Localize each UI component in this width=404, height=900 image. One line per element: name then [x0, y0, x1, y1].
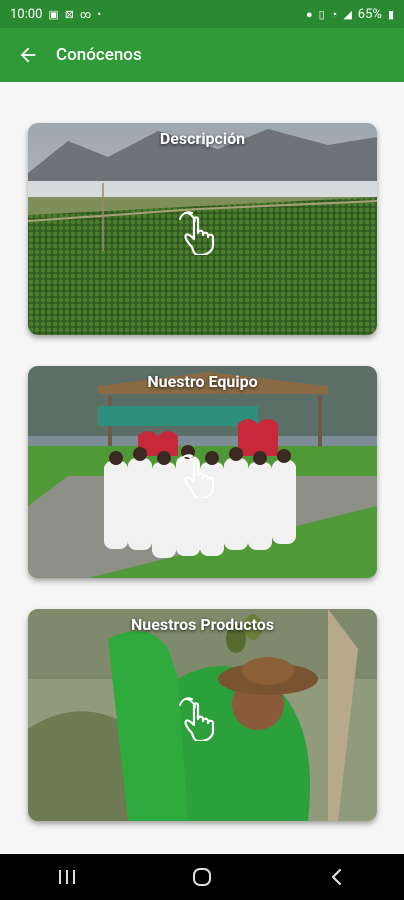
vibrate-icon: ▯ [318, 7, 325, 21]
page-title: Conócenos [56, 45, 142, 65]
home-icon [192, 868, 211, 886]
app-bar: Conócenos [0, 28, 404, 82]
photo-icon: ▣ [48, 7, 59, 21]
system-back-button[interactable] [307, 854, 367, 900]
location-icon: ● [305, 7, 313, 21]
dot-icon: • [97, 7, 102, 21]
home-button[interactable] [172, 854, 232, 900]
status-time: 10:00 [10, 6, 43, 22]
back-button[interactable] [0, 28, 56, 82]
back-icon [331, 868, 341, 886]
voicemail-icon: ∞ [80, 7, 92, 21]
tap-hand-icon [179, 211, 215, 255]
tap-hand-icon [179, 697, 215, 741]
recent-apps-button[interactable] [37, 854, 97, 900]
card-label-nuestros-productos: Nuestros Productos [130, 615, 275, 634]
battery-percent: 65% [357, 6, 382, 22]
main-content: Descripción Nuestro Equipo Nuestros Prod… [0, 82, 404, 854]
wifi-icon: ◔ [330, 7, 338, 21]
card-label-nuestro-equipo: Nuestro Equipo [147, 372, 258, 391]
card-descripcion[interactable]: Descripción [28, 123, 377, 335]
mail-icon: ⊠ [64, 7, 74, 21]
arrow-left-icon [20, 47, 36, 63]
recent-apps-icon [59, 870, 76, 884]
system-nav-bar [0, 854, 404, 900]
card-label-descripcion: Descripción [159, 129, 246, 148]
tap-hand-icon [179, 454, 215, 498]
card-nuestro-equipo[interactable]: Nuestro Equipo [28, 366, 377, 578]
card-nuestros-productos[interactable]: Nuestros Productos [28, 609, 377, 821]
status-bar: 10:00 ▣ ⊠ ∞ • ● ▯ ◔ ◢ 65% ▮ [0, 0, 404, 28]
signal-icon: ◢ [343, 7, 352, 21]
battery-icon: ▮ [387, 7, 394, 21]
